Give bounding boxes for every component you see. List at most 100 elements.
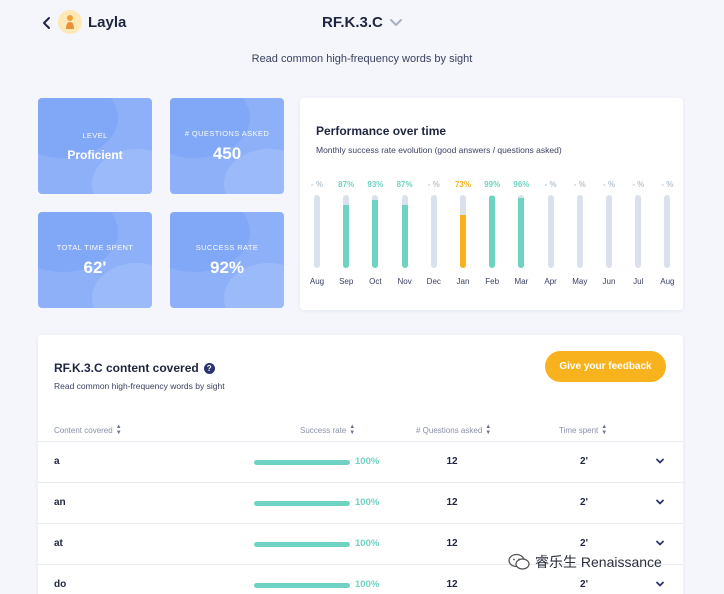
- content-title: RF.K.3.C content covered: [54, 361, 199, 375]
- chart-month-label: Dec: [426, 277, 441, 286]
- success-rate-value: 100%: [355, 579, 380, 590]
- chart-month-label: Mar: [514, 277, 529, 286]
- stat-value: 62': [83, 257, 107, 277]
- chart-bar-track: [635, 195, 642, 268]
- chart-month-label: Oct: [369, 277, 382, 286]
- chart-month-4: - % Dec: [419, 180, 449, 292]
- sort-icon: ▲ ▼: [485, 424, 492, 436]
- standard-selector[interactable]: RF.K.3.C: [322, 14, 403, 31]
- success-rate-bar: [254, 501, 350, 506]
- column-header-time[interactable]: Time spent ▲ ▼: [559, 424, 607, 436]
- success-rate-bar: [254, 542, 350, 547]
- content-word: a: [54, 456, 60, 467]
- chart-month-0: - % Aug: [302, 180, 332, 292]
- back-button[interactable]: [40, 14, 54, 32]
- column-header-label: Success rate: [300, 425, 347, 435]
- expand-row-icon[interactable]: [654, 537, 666, 549]
- stat-value: 450: [212, 143, 242, 163]
- chart-data-label: - %: [573, 180, 586, 189]
- stat-card-questions: # QUESTIONS ASKED 450: [170, 98, 284, 194]
- questions-asked-value: 12: [446, 456, 458, 467]
- help-icon[interactable]: ?: [203, 362, 215, 374]
- chart-bar-track: [401, 195, 408, 268]
- avatar: [58, 10, 82, 34]
- content-title-wrap: RF.K.3.C content covered ?: [54, 361, 215, 375]
- content-word: an: [54, 497, 66, 508]
- success-rate-fill: [254, 460, 350, 465]
- stat-label: TOTAL TIME SPENT: [56, 242, 134, 252]
- chart-data-label: - %: [661, 180, 674, 189]
- stat-card-time: TOTAL TIME SPENT 62': [38, 212, 152, 308]
- page-subtitle: Read common high-frequency words by sigh…: [251, 53, 473, 65]
- questions-asked-value: 12: [446, 579, 458, 590]
- table-row[interactable]: an 100% 12 2': [38, 482, 683, 523]
- chart-data-label: 87%: [396, 180, 413, 189]
- chevron-left-icon: [43, 17, 50, 29]
- chart-bar-track: [518, 195, 525, 268]
- column-header-questions[interactable]: # Questions asked ▲ ▼: [416, 424, 491, 436]
- stat-card-level: LEVEL Proficient: [38, 98, 152, 194]
- sort-icon: ▲ ▼: [601, 424, 608, 436]
- give-feedback-button[interactable]: Give your feedback: [545, 351, 666, 382]
- chart-month-11: - % Jul: [623, 180, 653, 292]
- chart-bar-track: [547, 195, 554, 268]
- chart-month-2: 93% Oct: [360, 180, 390, 292]
- chart-month-5: 73% Jan: [448, 180, 478, 292]
- sort-icon: ▲ ▼: [115, 424, 122, 436]
- column-header-content[interactable]: Content covered ▲ ▼: [54, 424, 122, 436]
- table-row[interactable]: a 100% 12 2': [38, 441, 683, 482]
- chart-data-label: 73%: [454, 180, 471, 189]
- expand-row-icon[interactable]: [654, 455, 666, 467]
- chart-month-7: 96% Mar: [506, 180, 536, 292]
- chart-data-label: - %: [427, 180, 440, 189]
- expand-row-icon[interactable]: [654, 578, 666, 590]
- time-spent-value: 2': [580, 579, 588, 590]
- column-header-success[interactable]: Success rate ▲ ▼: [300, 424, 355, 436]
- chart-bar-track: [430, 195, 437, 268]
- chart-bar-track: [576, 195, 583, 268]
- success-rate-value: 100%: [355, 538, 380, 549]
- chart-bar-track: [314, 195, 320, 268]
- content-subtitle: Read common high-frequency words by sigh…: [54, 381, 225, 391]
- chart-data-label: - %: [544, 180, 557, 189]
- student-name: Layla: [88, 14, 127, 31]
- chart-bar: [460, 214, 466, 268]
- success-rate-bar: [254, 583, 350, 588]
- chart-month-label: Feb: [485, 277, 500, 286]
- chart-month-3: 87% Nov: [390, 180, 420, 292]
- chart-bar: [343, 204, 350, 268]
- performance-title: Performance over time: [316, 124, 447, 138]
- stat-card-success: SUCCESS RATE 92%: [170, 212, 284, 308]
- success-rate-fill: [254, 501, 350, 506]
- chart-month-12: - % Aug: [652, 180, 682, 292]
- chart-month-1: 87% Sep: [331, 180, 361, 292]
- chart-month-10: - % Jun: [594, 180, 624, 292]
- chart-month-label: Aug: [309, 277, 325, 286]
- wechat-icon: [508, 553, 530, 570]
- success-rate-bar: [254, 460, 350, 465]
- questions-asked-value: 12: [446, 497, 458, 508]
- column-header-label: Time spent: [559, 425, 599, 435]
- chart-bar: [518, 197, 525, 268]
- chart-data-label: - %: [603, 180, 615, 189]
- chart-bar: [489, 195, 496, 268]
- chart-month-label: Nov: [397, 277, 412, 286]
- chart-bar: [401, 204, 408, 268]
- watermark: 睿乐生 Renaissance: [508, 552, 662, 572]
- chart-bar-track: [664, 195, 671, 268]
- performance-subtitle: Monthly success rate evolution (good ans…: [316, 145, 562, 155]
- watermark-text: 睿乐生 Renaissance: [535, 554, 662, 570]
- student-avatar-icon: [66, 15, 74, 29]
- chart-month-8: - % Apr: [536, 180, 566, 292]
- content-word: at: [54, 538, 63, 549]
- chart-month-6: 99% Feb: [477, 180, 507, 292]
- success-rate-fill: [254, 542, 350, 547]
- chevron-down-icon: [389, 18, 402, 26]
- chart-data-label: - %: [311, 180, 323, 189]
- chart-data-label: 93%: [367, 180, 384, 189]
- chart-month-label: Aug: [660, 277, 675, 286]
- stat-label: LEVEL: [82, 130, 108, 140]
- chart-bar-track: [343, 195, 350, 268]
- chart-month-label: Jul: [633, 277, 644, 286]
- expand-row-icon[interactable]: [654, 496, 666, 508]
